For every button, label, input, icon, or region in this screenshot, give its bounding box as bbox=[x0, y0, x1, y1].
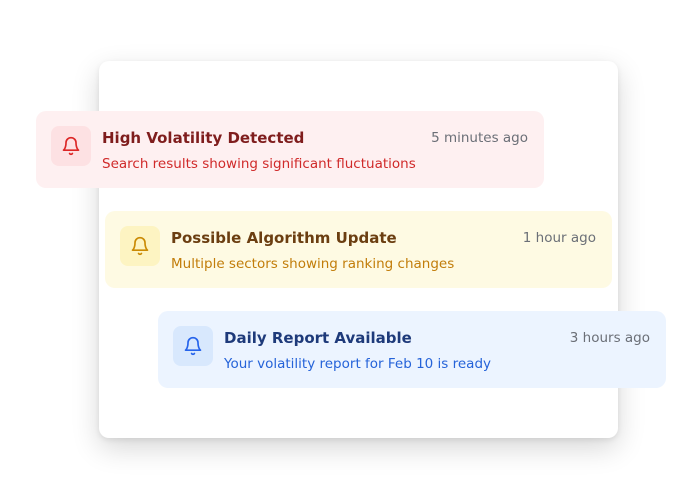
bell-icon bbox=[51, 126, 91, 166]
notification-daily-report[interactable]: Daily Report Available 3 hours ago Your … bbox=[158, 311, 666, 388]
notifications-stage: High Volatility Detected 5 minutes ago S… bbox=[0, 0, 700, 500]
notification-title: High Volatility Detected bbox=[102, 129, 305, 147]
notification-high-volatility[interactable]: High Volatility Detected 5 minutes ago S… bbox=[36, 111, 544, 188]
bell-icon bbox=[173, 326, 213, 366]
notification-time: 3 hours ago bbox=[569, 330, 650, 346]
notification-algorithm-update[interactable]: Possible Algorithm Update 1 hour ago Mul… bbox=[105, 211, 612, 288]
notification-title: Daily Report Available bbox=[224, 329, 412, 347]
notification-title: Possible Algorithm Update bbox=[171, 229, 397, 247]
notification-message: Search results showing significant fluct… bbox=[102, 156, 416, 172]
notification-time: 1 hour ago bbox=[522, 230, 596, 246]
notification-time: 5 minutes ago bbox=[431, 130, 528, 146]
bell-icon bbox=[120, 226, 160, 266]
notification-message: Your volatility report for Feb 10 is rea… bbox=[224, 356, 492, 372]
notification-message: Multiple sectors showing ranking changes bbox=[171, 256, 455, 272]
